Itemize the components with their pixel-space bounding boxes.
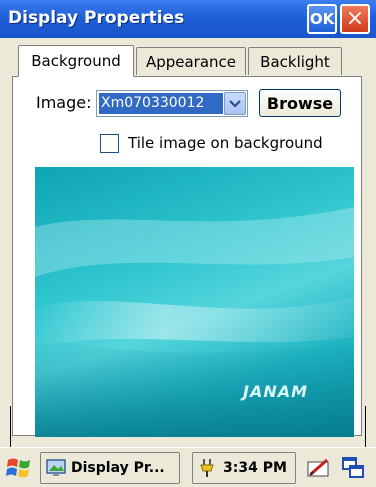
image-combobox[interactable]: Xm070330012 bbox=[96, 90, 248, 117]
tile-checkbox[interactable] bbox=[100, 134, 119, 153]
title-bar: Display Properties OK × bbox=[0, 0, 376, 38]
ok-button[interactable]: OK bbox=[307, 4, 337, 34]
close-button[interactable]: × bbox=[340, 4, 370, 34]
tab-backlight[interactable]: Backlight bbox=[248, 47, 342, 75]
tab-background[interactable]: Background bbox=[18, 45, 134, 77]
browse-button[interactable]: Browse bbox=[259, 89, 341, 117]
window-title: Display Properties bbox=[8, 8, 185, 28]
divider bbox=[10, 406, 11, 447]
input-panel-icon[interactable] bbox=[307, 458, 331, 478]
wallpaper-preview: JANAM bbox=[35, 167, 354, 437]
system-tray-clock[interactable]: 3:34 PM bbox=[192, 452, 296, 484]
image-label: Image: bbox=[36, 93, 92, 112]
power-plug-icon bbox=[200, 459, 214, 477]
taskbar-display-properties-button[interactable]: Display Pr... bbox=[40, 452, 180, 484]
chevron-down-icon[interactable] bbox=[224, 92, 246, 115]
taskbar: Display Pr... 3:34 PM bbox=[0, 447, 376, 487]
display-properties-icon bbox=[46, 459, 66, 476]
desktop-gap bbox=[0, 437, 376, 447]
wallpaper-brand-text: JANAM bbox=[243, 382, 309, 401]
image-combobox-value[interactable]: Xm070330012 bbox=[99, 93, 223, 114]
taskbar-task-label: Display Pr... bbox=[71, 460, 165, 476]
tab-strip: Background Appearance Backlight bbox=[0, 45, 376, 77]
windows-flag-icon[interactable] bbox=[6, 456, 32, 480]
tab-appearance[interactable]: Appearance bbox=[136, 47, 246, 75]
clock-time: 3:34 PM bbox=[223, 460, 287, 476]
switch-windows-icon[interactable] bbox=[341, 456, 365, 480]
tile-checkbox-label: Tile image on background bbox=[128, 134, 323, 152]
divider bbox=[365, 406, 366, 447]
